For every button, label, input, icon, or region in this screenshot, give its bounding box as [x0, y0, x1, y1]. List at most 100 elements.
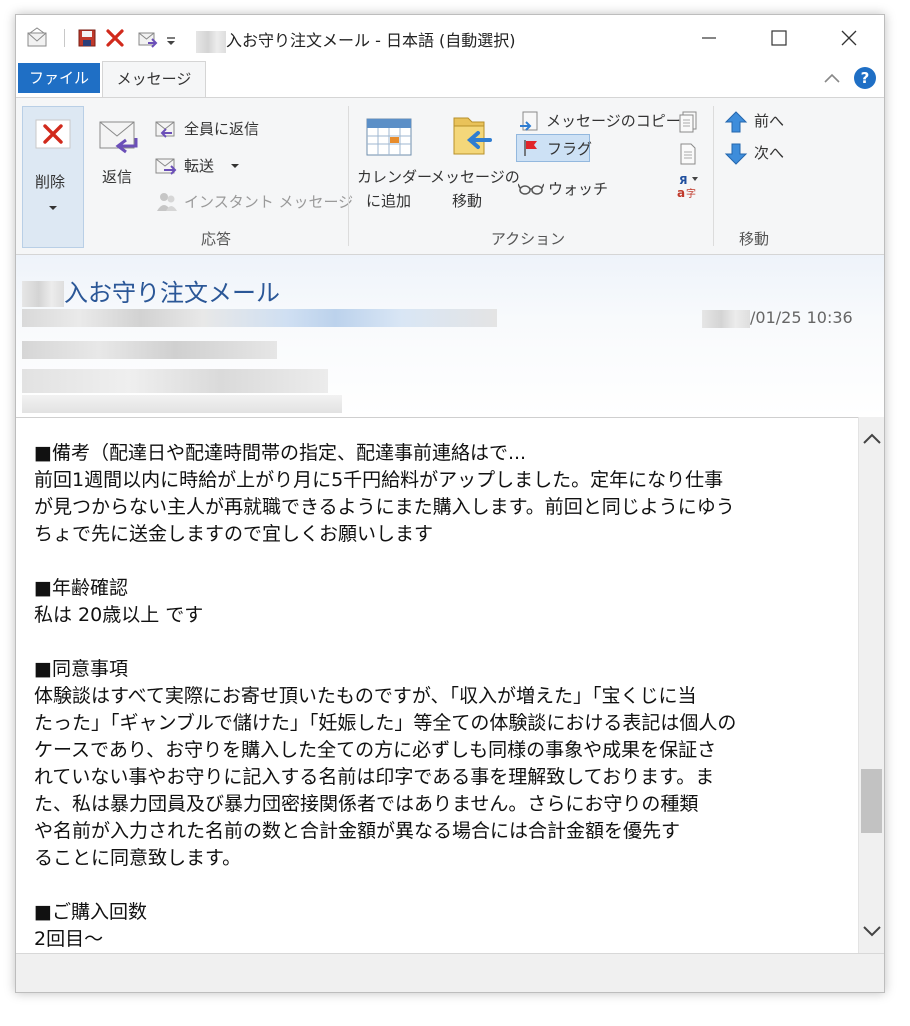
- reply-button[interactable]: 返信: [92, 110, 148, 200]
- copy-message-icon: [520, 111, 538, 131]
- delete-button[interactable]: 削除: [22, 106, 84, 248]
- message-header: 入お守り注文メール /01/25 10:36: [16, 255, 884, 417]
- message-subject: 入お守り注文メール: [22, 273, 280, 308]
- redacted-subject-prefix: [22, 281, 64, 307]
- flag-button[interactable]: フラグ: [516, 134, 593, 162]
- body-line: や名前が入力された名前の数と合計金額が異なる場合には合計金額を優先す: [34, 820, 681, 842]
- redacted-status-line: [22, 395, 342, 413]
- forward-dropdown-icon: [231, 164, 239, 168]
- body-line: ちょで先に送金しますので宜しくお願いします: [34, 523, 434, 545]
- scroll-up-icon[interactable]: [859, 417, 885, 457]
- next-label: 次へ: [754, 144, 785, 162]
- vertical-scrollbar[interactable]: [858, 417, 884, 953]
- reply-label: 返信: [102, 168, 133, 186]
- delete-icon[interactable]: [104, 27, 126, 49]
- delete-dropdown-icon: [49, 206, 57, 210]
- maximize-button[interactable]: [744, 15, 814, 61]
- delete-label: 削除: [35, 173, 66, 191]
- navigate-group-label: 移動: [738, 230, 769, 248]
- svg-text:字: 字: [686, 187, 696, 200]
- tab-file[interactable]: ファイル: [18, 63, 100, 93]
- forward-icon: [155, 158, 177, 175]
- move-message-button[interactable]: メッセージの 移動: [428, 110, 520, 220]
- calendar-label-line1: カレンダー: [357, 168, 433, 186]
- svg-text:a: a: [677, 186, 685, 200]
- body-line: 前回1週間以内に時給が上がり月に5千円給料がアップしました。定年になり仕事: [34, 469, 724, 491]
- watch-glasses-icon: [518, 183, 544, 195]
- group-separator: [713, 106, 714, 246]
- watch-button[interactable]: ウォッチ: [518, 176, 608, 202]
- title-separator: [64, 29, 65, 47]
- mail-app-icon: [27, 27, 47, 47]
- body-line: 2回目～: [34, 928, 104, 950]
- forward-label: 転送: [184, 157, 215, 175]
- tab-message[interactable]: メッセージ: [102, 61, 206, 97]
- instant-message-button[interactable]: インスタント メッセージ: [154, 189, 354, 215]
- save-icon[interactable]: [76, 27, 98, 49]
- instant-message-icon: [157, 193, 177, 211]
- calendar-icon: [366, 118, 412, 156]
- minimize-button[interactable]: [674, 15, 744, 61]
- previous-button[interactable]: 前へ: [724, 108, 794, 136]
- body-line: 体験談はすべて実際にお寄せ頂いたものですが、「収入が増えた」「宝くじに当: [34, 685, 697, 707]
- body-line: が見つからない主人が再就職できるようにまた購入します。前回と同じようにゆう: [34, 496, 735, 518]
- flag-label: フラグ: [547, 140, 593, 158]
- quick-access-dropdown-icon[interactable]: [164, 27, 178, 49]
- view-source-icon[interactable]: [678, 142, 698, 166]
- delete-x-icon: [35, 119, 71, 149]
- close-button[interactable]: [814, 15, 884, 61]
- body-line: た、私は暴力団員及び暴力団密接関係者ではありません。さらにお守りの種類: [34, 793, 699, 815]
- reply-all-label: 全員に返信: [184, 120, 260, 138]
- redacted-date-prefix: [702, 309, 750, 328]
- add-to-calendar-button[interactable]: カレンダー に追加: [354, 110, 432, 220]
- calendar-label-line2: に追加: [366, 192, 412, 210]
- window-title: 入お守り注文メール - 日本語 (自動選択): [196, 27, 516, 53]
- section-consent-title: ■同意事項: [34, 658, 128, 680]
- reply-icon: [99, 121, 138, 154]
- window-title-text: 入お守り注文メール - 日本語 (自動選択): [226, 31, 516, 50]
- message-datetime-text: /01/25 10:36: [750, 308, 853, 327]
- scroll-down-icon[interactable]: [859, 913, 885, 953]
- section-age-title: ■年齢確認: [34, 577, 128, 599]
- message-subject-text: 入お守り注文メール: [64, 279, 280, 307]
- redacted-sender: [22, 309, 497, 327]
- forward-button[interactable]: 転送: [154, 153, 254, 179]
- select-all-icon[interactable]: [678, 110, 698, 134]
- message-body-text: ■備考（配達日や配達時間帯の指定、配達事前連絡はで... 前回1週間以内に時給が…: [34, 440, 849, 953]
- reply-all-icon: [155, 121, 175, 138]
- status-bar: [16, 953, 884, 992]
- up-arrow-icon: [724, 111, 748, 133]
- respond-group-label: 応答: [200, 230, 231, 248]
- reply-all-button[interactable]: 全員に返信: [154, 116, 304, 142]
- section-remarks-title: ■備考（配達日や配達時間帯の指定、配達事前連絡はで...: [34, 442, 527, 464]
- body-line: れていない事やお守りに記入する名前は印字である事を理解致しております。ま: [34, 766, 715, 788]
- title-bar: 入お守り注文メール - 日本語 (自動選択): [16, 15, 884, 61]
- move-label-line2: 移動: [452, 192, 483, 210]
- mail-window: 入お守り注文メール - 日本語 (自動選択) ファイル メッセージ ? 削除 返…: [15, 14, 885, 993]
- body-line: ることに同意致します。: [34, 847, 242, 869]
- collapse-ribbon-icon[interactable]: [822, 69, 842, 89]
- help-icon[interactable]: ?: [854, 67, 876, 89]
- redacted-title-prefix: [196, 30, 226, 53]
- ribbon: 削除 返信 全員に返信 転送 インスタント メッセージ 応答 カレンダー に追加…: [16, 97, 884, 255]
- move-folder-icon: [453, 117, 492, 155]
- message-datetime: /01/25 10:36: [702, 308, 853, 328]
- next-button[interactable]: 次へ: [724, 140, 794, 168]
- move-label-line1: メッセージの: [430, 168, 520, 186]
- watch-label: ウォッチ: [548, 180, 609, 198]
- actions-group-label: アクション: [490, 230, 566, 248]
- group-separator: [348, 106, 349, 246]
- instant-message-label: インスタント メッセージ: [184, 193, 354, 211]
- encoding-icon[interactable]: Я a 字: [676, 172, 702, 200]
- redacted-recipient: [22, 341, 277, 359]
- ribbon-tabs: ファイル メッセージ ?: [16, 61, 884, 97]
- scroll-thumb[interactable]: [861, 769, 882, 833]
- down-arrow-icon: [724, 143, 748, 165]
- redacted-cc: [22, 369, 328, 393]
- reply-envelope-icon[interactable]: [136, 27, 158, 49]
- flag-icon: [524, 140, 537, 156]
- copy-message-button[interactable]: メッセージのコピー: [518, 108, 681, 134]
- body-line: 私は 20歳以上 です: [34, 604, 204, 626]
- message-body[interactable]: ■備考（配達日や配達時間帯の指定、配達事前連絡はで... 前回1週間以内に時給が…: [16, 417, 858, 954]
- previous-label: 前へ: [754, 112, 785, 130]
